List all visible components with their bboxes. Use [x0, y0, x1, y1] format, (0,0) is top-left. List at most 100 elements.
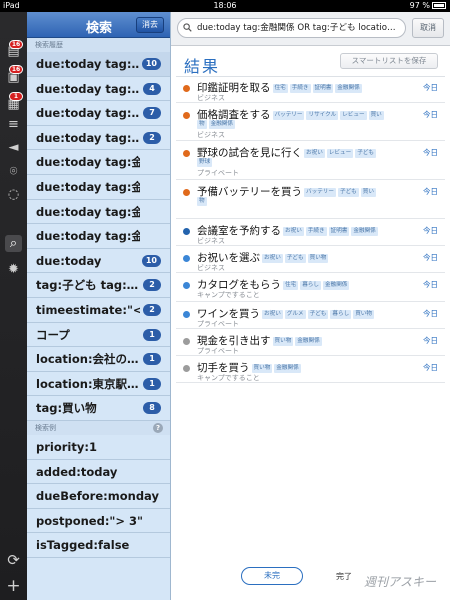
tag-chip[interactable]: 手続き [305, 227, 327, 236]
tag-chip[interactable]: 買い物 [353, 310, 374, 319]
tag-chip[interactable]: 住宅 [283, 281, 299, 290]
tag-chip[interactable]: お祝い [262, 310, 283, 319]
tag-chip[interactable]: 野球 [197, 158, 213, 167]
history-item[interactable]: コープ 1 [27, 323, 170, 348]
tag-chip[interactable]: お祝い [262, 254, 283, 263]
tag-chip[interactable]: 買い物 [307, 254, 329, 263]
help-icon[interactable]: ? [153, 422, 163, 433]
history-item[interactable]: due:today tag:… 4 [27, 77, 170, 102]
history-item-text: due:today [36, 253, 102, 268]
task-row[interactable]: 印鑑証明を取る 住宅 手続き 証明書 金融関係 ビジネス 今日 [176, 76, 445, 103]
priority-dot-icon[interactable] [183, 189, 190, 196]
tag-chip[interactable]: レビュー [326, 149, 354, 158]
incomplete-tab[interactable]: 未完 [241, 567, 303, 585]
history-item[interactable]: timeestimate:"<…2 [27, 298, 170, 323]
history-item[interactable]: due:today tag:金融関… [27, 224, 170, 249]
tag-chip[interactable]: 金融関係 [351, 227, 378, 236]
sync-icon[interactable]: ⟳ [5, 552, 22, 569]
example-item[interactable]: priority:1 [27, 435, 170, 460]
tag-chip[interactable]: 物 [197, 197, 207, 206]
history-item[interactable]: due:today tag:金融関… [27, 150, 170, 175]
tag-chip[interactable]: 買い物 [272, 337, 294, 346]
priority-dot-icon[interactable] [183, 228, 190, 235]
history-item-text: due:today tag:金融関… [36, 179, 140, 194]
tag-chip[interactable]: お祝い [304, 149, 325, 158]
history-item[interactable]: due:today tag:… 2 [27, 126, 170, 151]
list-icon[interactable]: ≡ [5, 116, 22, 133]
task-row[interactable]: 現金を引き出す 買い物 金融関係 プライベート 今日 [176, 329, 445, 356]
task-row[interactable]: カタログをもらう 住宅 暮らし 金融関係 キャンプですること 今日 [176, 273, 445, 302]
history-item[interactable]: due:today tag:金融関… [27, 175, 170, 200]
tag-chip[interactable]: グルメ [284, 310, 306, 319]
tag-chip[interactable]: レビュー [340, 111, 367, 120]
history-item[interactable]: tag:子ども tag:… 2 [27, 273, 170, 298]
history-item-text: due:today tag:… [36, 57, 140, 71]
tag-icon[interactable]: ◄ [5, 139, 22, 156]
example-item[interactable]: isTagged:false [27, 533, 170, 558]
tag-chip[interactable]: 子ども [284, 254, 306, 263]
tag-chip[interactable]: 手続き [289, 84, 311, 93]
clear-history-button[interactable]: 消去 [136, 17, 164, 33]
priority-dot-icon[interactable] [183, 311, 190, 318]
tag-chip[interactable]: バッテリー [304, 188, 336, 197]
priority-dot-icon[interactable] [183, 85, 190, 92]
tag-chip[interactable]: 住宅 [272, 84, 288, 93]
priority-dot-icon[interactable] [183, 338, 190, 345]
tag-chip[interactable]: 金融関係 [208, 120, 235, 129]
task-row[interactable]: お祝いを選ぶ お祝い 子ども 買い物 ビジネス 今日 [176, 246, 445, 273]
task-row[interactable]: 野球の試合を見に行く お祝い レビュー 子ども 野球 プライベート 今日 [176, 141, 445, 180]
search-icon[interactable]: ⌕ [5, 235, 22, 252]
task-row[interactable]: 予備バッテリーを買う バッテリー 子ども 買い物 今日 [176, 180, 445, 219]
task-row[interactable]: 切手を買う 買い物 金融関係 キャンプですること 今日 [176, 356, 445, 383]
history-item[interactable]: due:today tag:… 7 [27, 101, 170, 126]
tag-chip[interactable]: 子ども [307, 310, 329, 319]
task-row[interactable]: 会議室を予約する お祝い 手続き 証明書 金融関係 ビジネス 今日 [176, 219, 445, 246]
example-item[interactable]: dueBefore:monday [27, 484, 170, 509]
settings-icon[interactable]: ✹ [5, 261, 22, 278]
smart-list-icon[interactable]: ◌ [5, 186, 22, 203]
priority-dot-icon[interactable] [183, 365, 190, 372]
history-item[interactable]: location:東京駅… 1 [27, 372, 170, 397]
priority-dot-icon[interactable] [183, 282, 190, 289]
tag-chip[interactable]: 子ども [337, 188, 359, 197]
tag-chip[interactable]: お祝い [283, 227, 304, 236]
cancel-button[interactable]: 取消 [412, 18, 444, 38]
location-icon[interactable]: ⌾ [5, 163, 22, 180]
search-input[interactable]: due:today tag:金融関係 OR tag:子ども locatio… [177, 18, 406, 38]
tag-chip[interactable]: 証明書 [312, 84, 334, 93]
add-icon[interactable]: + [5, 578, 22, 595]
tag-chip[interactable]: 子ども [355, 149, 376, 158]
task-list-name: ビジネス [197, 237, 225, 245]
priority-dot-icon[interactable] [183, 255, 190, 262]
history-item[interactable]: due:today tag:… 10 [27, 52, 170, 77]
tag-chip[interactable]: バッテリー [272, 111, 305, 120]
tag-chip[interactable]: 金融関係 [335, 84, 362, 93]
tag-chip[interactable]: 買い物 [251, 364, 273, 373]
history-item[interactable]: due:today tag:金融関… [27, 200, 170, 225]
tag-chip[interactable]: 証明書 [328, 227, 350, 236]
example-item[interactable]: added:today [27, 460, 170, 485]
history-item[interactable]: tag:買い物 8 [27, 396, 170, 421]
history-item[interactable]: location:会社の… 1 [27, 347, 170, 372]
tag-chip[interactable]: 買い [368, 111, 384, 120]
tag-chip[interactable]: 買い [360, 188, 376, 197]
example-item[interactable]: postponed:"> 3" [27, 509, 170, 534]
tag-chip[interactable]: 暮らし [300, 281, 321, 290]
tag-chip[interactable]: 金融関係 [274, 364, 301, 373]
priority-dot-icon[interactable] [183, 150, 190, 157]
save-smart-list-button[interactable]: スマートリストを保存 [340, 53, 438, 69]
task-list-name: ビジネス [197, 94, 225, 102]
complete-tab[interactable]: 完了 [336, 571, 352, 582]
history-item-text: tag:子ども tag:… [36, 278, 139, 293]
result-count-badge: 8 [143, 402, 161, 415]
task-row[interactable]: 価格調査をする バッテリー リサイクル レビュー 買い物金融関係 ビジネス 今日 [176, 103, 445, 141]
priority-dot-icon[interactable] [183, 112, 190, 119]
tag-chip[interactable]: 金融関係 [323, 281, 350, 290]
history-item[interactable]: due:today 10 [27, 249, 170, 274]
task-row[interactable]: ワインを買う お祝い グルメ 子ども 暮らし 買い物 プライベート 今日 [176, 302, 445, 329]
tag-chip[interactable]: 暮らし [330, 310, 352, 319]
tag-chip[interactable]: リサイクル [306, 111, 339, 120]
tag-chip[interactable]: 金融関係 [295, 337, 322, 346]
task-list-name: プライベート [197, 320, 239, 328]
tag-chip[interactable]: 物 [197, 120, 207, 129]
